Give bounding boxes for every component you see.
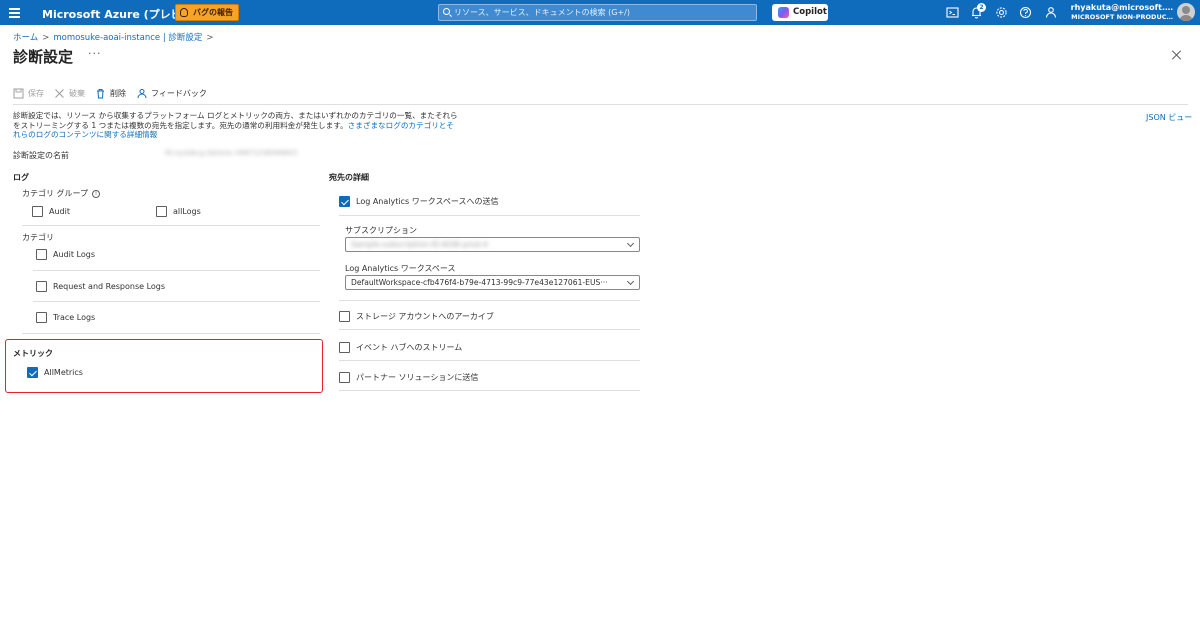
toolbar-divider [13,104,1188,105]
chevron-down-icon [626,239,635,248]
chevron-right-icon: > [42,33,50,43]
divider [22,333,320,334]
search-input[interactable] [454,5,754,20]
checkbox-box[interactable] [36,249,47,260]
checkbox-storage-archive[interactable]: ストレージ アカウントへのアーカイブ [339,311,494,322]
divider [339,390,640,391]
account-email: rhyakuta@microsoft.… [1070,3,1173,12]
checkbox-label: ストレージ アカウントへのアーカイブ [356,312,494,321]
checkbox-allmetrics[interactable]: AllMetrics [27,367,83,378]
subscription-value: Sample-subscription-ID-AOAI-prod-4 [351,240,488,249]
setting-name-label: 診断設定の名前 [13,151,69,160]
checkbox-audit-logs[interactable]: Audit Logs [36,249,95,260]
command-bar: 保存 破棄 削除 フィードバック [13,85,207,101]
checkbox-request-response-logs[interactable]: Request and Response Logs [36,281,165,292]
description: 診断設定では、リソース から収集するプラットフォーム ログとメトリックの両方、ま… [13,111,458,140]
workspace-label: Log Analytics ワークスペース [345,264,456,273]
save-button[interactable]: 保存 [13,85,44,101]
trash-icon [97,88,104,98]
checkbox-partner-solution[interactable]: パートナー ソリューションに送信 [339,372,478,383]
checkbox-box[interactable] [156,206,167,217]
page-title: 診断設定 [13,48,74,66]
checkbox-label: Trace Logs [53,313,96,322]
feedback-button[interactable]: フィードバック [136,85,207,101]
json-view-link[interactable]: JSON ビュー [1146,112,1192,123]
info-icon[interactable]: i [92,189,101,198]
metrics-heading: メトリック [13,349,53,358]
copilot-button[interactable]: Copilot [772,4,828,21]
categories-label: カテゴリ [22,233,54,242]
checkbox-label: Audit Logs [53,250,95,259]
checkbox-alllogs[interactable]: allLogs [156,206,201,217]
divider [339,300,640,301]
setting-name-value: lkl.xyzabcg.datarec-49871236589601 [165,149,298,157]
bug-report-button[interactable]: バグの報告 [175,4,239,21]
global-search[interactable] [438,4,757,21]
bug-report-label: バグの報告 [193,8,233,17]
top-bar: Microsoft Azure (プレビュー) バグの報告 Copilot 2 … [0,0,1200,25]
checkbox-box[interactable] [339,311,350,322]
save-label: 保存 [28,88,44,98]
chevron-down-icon [626,277,635,286]
checkbox-audit[interactable]: Audit [32,206,70,217]
checkmark-icon[interactable] [27,367,38,378]
divider [22,225,320,226]
checkbox-box[interactable] [339,342,350,353]
feedback-icon [137,88,147,98]
breadcrumb-resource[interactable]: momosuke-aoai-instance | 診断設定 [53,33,202,43]
save-icon [13,88,24,98]
checkbox-log-analytics[interactable]: Log Analytics ワークスペースへの送信 [339,196,499,207]
account-info[interactable]: rhyakuta@microsoft.… MICROSOFT NON-PRODU… [1047,3,1173,22]
feedback-label: フィードバック [151,88,207,98]
checkbox-event-hub[interactable]: イベント ハブへのストリーム [339,342,462,353]
checkbox-label: Log Analytics ワークスペースへの送信 [356,197,499,206]
checkmark-icon[interactable] [339,196,350,207]
divider [33,301,320,302]
checkbox-label: イベント ハブへのストリーム [356,343,463,352]
category-groups-label: カテゴリ グループ i [22,188,101,199]
search-icon [443,8,450,15]
delete-button[interactable]: 削除 [95,85,126,101]
gear-icon[interactable] [995,6,1008,19]
destination-heading: 宛先の詳細 [329,173,369,182]
close-icon[interactable] [1171,49,1183,61]
category-groups-text: カテゴリ グループ [22,189,89,198]
checkbox-label: allLogs [173,207,201,216]
copilot-icon [778,7,789,18]
breadcrumb: ホーム > momosuke-aoai-instance | 診断設定 > [13,31,218,43]
divider [33,270,320,271]
close-icon [55,88,64,98]
chevron-right-icon: > [206,33,214,43]
checkbox-label: パートナー ソリューションに送信 [356,373,479,382]
divider [339,215,640,216]
discard-button[interactable]: 破棄 [54,85,85,101]
checkbox-label: Audit [49,207,70,216]
workspace-dropdown[interactable]: DefaultWorkspace-cfb476f4-b79e-4713-99c9… [345,275,640,290]
checkbox-trace-logs[interactable]: Trace Logs [36,312,95,323]
notification-badge: 2 [977,3,986,12]
breadcrumb-home[interactable]: ホーム [13,33,38,43]
checkbox-label: AllMetrics [44,368,83,377]
checkbox-box[interactable] [36,281,47,292]
help-icon[interactable] [1019,6,1032,19]
checkbox-box[interactable] [32,206,43,217]
discard-label: 破棄 [69,88,85,98]
avatar[interactable] [1177,3,1195,21]
account-tenant: MICROSOFT NON-PRODUC… [1071,13,1173,21]
divider [339,360,640,361]
menu-icon[interactable] [9,8,20,18]
logs-heading: ログ [13,173,29,182]
more-options-icon[interactable]: ··· [88,47,102,60]
copilot-label: Copilot [793,7,827,17]
divider [339,329,640,330]
bug-icon [180,8,188,17]
cloud-shell-icon[interactable] [946,6,959,19]
checkbox-box[interactable] [339,372,350,383]
checkbox-label: Request and Response Logs [53,282,166,291]
checkbox-box[interactable] [36,312,47,323]
workspace-value: DefaultWorkspace-cfb476f4-b79e-4713-99c9… [351,278,608,287]
subscription-dropdown[interactable]: Sample-subscription-ID-AOAI-prod-4 [345,237,640,252]
delete-label: 削除 [110,88,126,98]
subscription-label: サブスクリプション [345,226,417,235]
